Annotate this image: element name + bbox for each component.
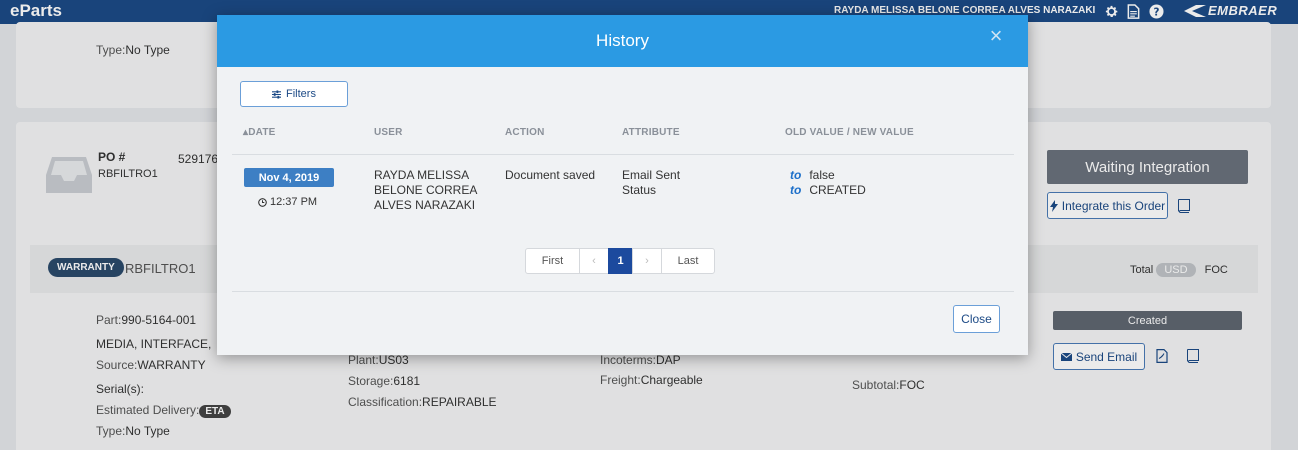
column-old-new-value[interactable]: OLD VALUE / NEW VALUE <box>785 127 914 138</box>
column-action[interactable]: ACTION <box>505 127 545 138</box>
to-label: to <box>790 183 802 197</box>
modal-title: History <box>596 31 649 50</box>
new-value: CREATED <box>809 183 866 197</box>
page-current-button[interactable]: 1 <box>608 248 633 274</box>
new-value: false <box>809 168 835 182</box>
modal-header: History × <box>217 15 1028 67</box>
column-attribute[interactable]: ATTRIBUTE <box>622 127 680 138</box>
history-modal: History × Filters ▴DATE USER ACTION ATTR… <box>217 15 1028 355</box>
history-values: to false to CREATED <box>790 168 866 198</box>
page-prev-button[interactable]: ‹ <box>579 248 609 274</box>
history-value-row: to CREATED <box>790 183 866 198</box>
filters-button[interactable]: Filters <box>240 81 348 107</box>
page-first-button[interactable]: First <box>525 248 580 274</box>
filters-label: Filters <box>286 88 316 100</box>
close-icon[interactable]: × <box>987 25 1005 47</box>
sliders-icon <box>272 89 282 99</box>
pagination: First ‹ 1 › Last <box>525 248 715 274</box>
history-user-line: RAYDA MELISSA <box>374 168 470 182</box>
table-header-divider <box>232 154 1014 155</box>
history-attribute: Status <box>622 183 657 197</box>
column-date[interactable]: ▴DATE <box>243 127 276 138</box>
clock-icon <box>258 197 267 207</box>
column-date-label: DATE <box>248 127 276 138</box>
history-action: Document saved <box>505 168 596 182</box>
page-next-button[interactable]: › <box>632 248 662 274</box>
column-user[interactable]: USER <box>374 127 403 138</box>
history-time-value: 12:37 PM <box>270 196 318 208</box>
history-attribute: Email Sent <box>622 168 681 182</box>
close-button[interactable]: Close <box>953 305 1000 333</box>
history-user-line: BELONE CORREA <box>374 183 478 197</box>
history-user: RAYDA MELISSA BELONE CORREA ALVES NARAZA… <box>374 168 477 213</box>
history-attributes: Email Sent Status <box>622 168 680 198</box>
history-user-line: ALVES NARAZAKI <box>374 198 476 212</box>
page-last-button[interactable]: Last <box>661 248 715 274</box>
history-value-row: to false <box>790 168 866 183</box>
modal-footer-divider <box>232 291 1014 292</box>
history-date-badge: Nov 4, 2019 <box>244 168 334 187</box>
history-time: 12:37 PM <box>258 196 317 208</box>
to-label: to <box>790 168 802 182</box>
